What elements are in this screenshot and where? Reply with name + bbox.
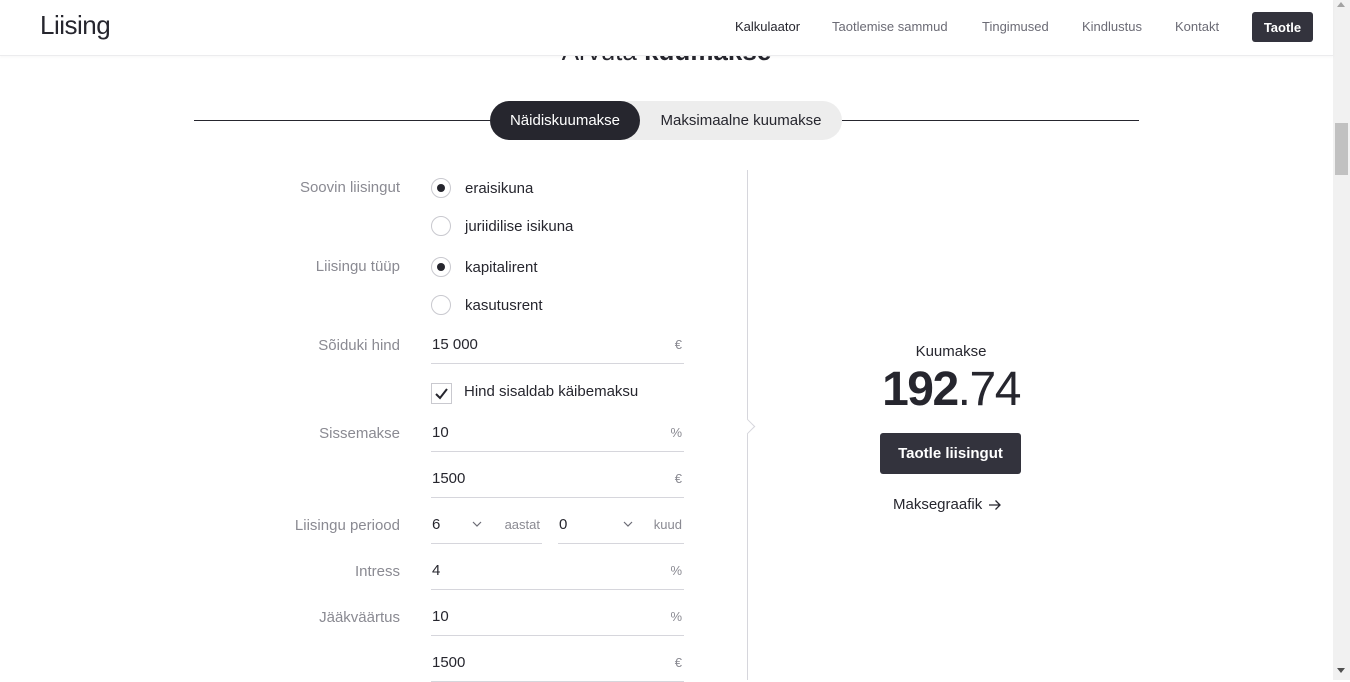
checkbox-check-icon [435,388,448,400]
payment-schedule-label: Maksegraafik [893,496,983,513]
residual-percent-input[interactable]: 10 % [431,600,684,636]
option-financial-lease[interactable]: kapitalirent [465,259,538,276]
interest-label: Intress [354,563,400,580]
radio-legal-entity[interactable] [431,216,451,236]
down-payment-percent-unit: % [670,425,682,440]
nav-application-steps[interactable]: Taotlemise sammud [832,19,948,34]
chevron-down-icon [472,521,482,527]
scroll-down-arrow-icon[interactable] [1337,668,1345,673]
residual-percent-unit: % [670,609,682,624]
radio-operating-lease[interactable] [431,295,451,315]
interest-input[interactable]: 4 % [431,554,684,590]
vat-included-checkbox[interactable] [431,383,452,404]
down-payment-percent-input[interactable]: 10 % [431,416,684,452]
page-scrollbar[interactable] [1333,0,1350,680]
residual-amount-input[interactable]: 1500 € [431,646,684,682]
residual-value-label: Jääkväärtus [319,609,400,626]
scroll-up-arrow-icon[interactable] [1337,2,1345,7]
period-years-unit: aastat [504,517,540,532]
residual-amount-unit: € [674,655,682,670]
tab-example-payment[interactable]: Näidiskuumakse [490,101,640,140]
top-navigation-bar: Liising Kalkulaator Taotlemise sammud Ti… [0,0,1333,56]
period-years-select[interactable]: 6 aastat [431,508,542,544]
payment-schedule-link[interactable]: Maksegraafik [893,496,1002,513]
divider-notch [739,418,756,435]
nav-insurance[interactable]: Kindlustus [1082,19,1142,34]
vehicle-price-unit: € [674,337,682,352]
radio-financial-lease[interactable] [431,257,451,277]
arrow-right-icon [989,500,1002,510]
vehicle-price-input[interactable]: 15 000 € [431,328,684,364]
residual-amount-value: 1500 [432,654,466,671]
nav-contact[interactable]: Kontakt [1175,19,1219,34]
radio-private-person[interactable] [431,178,451,198]
lease-period-label: Liisingu periood [294,517,400,534]
down-payment-amount-input[interactable]: 1500 € [431,462,684,498]
payment-tabs: Maksimaalne kuumakse Näidiskuumakse [490,101,842,140]
down-payment-label: Sissemakse [319,425,400,442]
residual-percent-value: 10 [432,608,449,625]
option-operating-lease[interactable]: kasutusrent [465,297,543,314]
monthly-payment-integer: 192 [882,363,959,416]
tab-maximum-payment[interactable]: Maksimaalne kuumakse [640,101,842,140]
header-apply-button[interactable]: Taotle [1252,12,1313,42]
vehicle-price-label: Sõiduki hind [318,337,400,354]
nav-terms[interactable]: Tingimused [982,19,1049,34]
period-months-unit: kuud [653,517,682,532]
nav-calculator[interactable]: Kalkulaator [735,19,800,34]
vat-included-label[interactable]: Hind sisaldab käibemaksu [464,383,638,400]
tabs-line-right [842,120,1139,121]
lease-type-label: Liisingu tüüp [315,258,400,275]
down-payment-amount-unit: € [674,471,682,486]
apply-lease-button[interactable]: Taotle liisingut [880,433,1021,474]
period-months-value: 0 [559,516,568,533]
down-payment-percent-value: 10 [432,424,449,441]
tabs-line-left [194,120,490,121]
logo[interactable]: Liising [40,10,111,41]
applicant-label: Soovin liisingut [299,179,400,196]
period-years-value: 6 [432,516,441,533]
option-legal-entity[interactable]: juriidilise isikuna [465,218,573,235]
option-private-person[interactable]: eraisikuna [465,180,533,197]
chevron-down-icon [623,521,633,527]
vehicle-price-value: 15 000 [432,336,478,353]
down-payment-amount-value: 1500 [432,470,466,487]
scrollbar-thumb[interactable] [1335,123,1348,175]
interest-unit: % [670,563,682,578]
monthly-payment-amount: 192.74 [800,362,1102,418]
period-months-select[interactable]: 0 kuud [558,508,684,544]
monthly-payment-label: Kuumakse [915,343,987,360]
monthly-payment-decimals: .74 [957,363,1022,416]
interest-value: 4 [432,562,441,579]
